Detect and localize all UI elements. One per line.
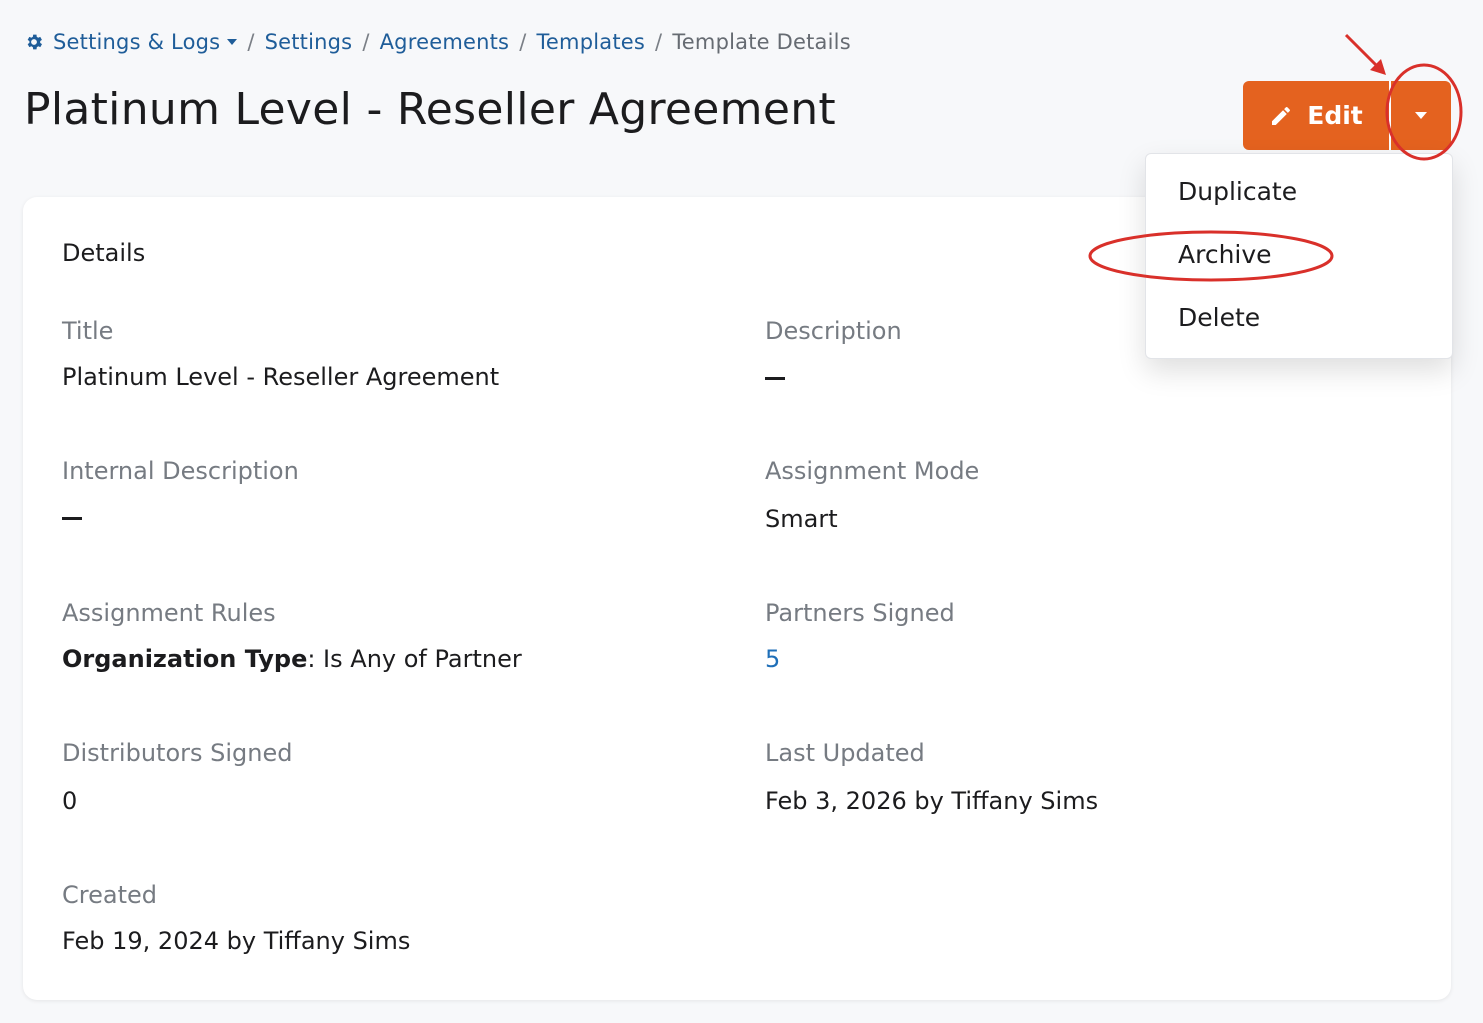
breadcrumb: Settings & Logs / Settings / Agreements …	[24, 30, 851, 54]
page: Settings & Logs / Settings / Agreements …	[0, 0, 1483, 1023]
description-label: Description	[765, 317, 902, 345]
assignment-rules-label: Assignment Rules	[62, 599, 276, 627]
menu-item-archive[interactable]: Archive	[1178, 240, 1272, 269]
last-updated-label: Last Updated	[765, 739, 925, 767]
partners-signed-label: Partners Signed	[765, 599, 955, 627]
menu-item-delete[interactable]: Delete	[1178, 303, 1260, 332]
breadcrumb-settings-logs[interactable]: Settings & Logs	[53, 30, 220, 54]
created-value: Feb 19, 2024 by Tiffany Sims	[62, 927, 411, 955]
edit-button[interactable]: Edit	[1243, 81, 1389, 150]
distributors-signed-value: 0	[62, 787, 78, 815]
gear-icon	[27, 34, 42, 50]
assignment-mode-value: Smart	[765, 505, 838, 533]
rule-value: : Is Any of Partner	[307, 645, 522, 673]
description-value	[765, 363, 785, 391]
split-divider	[1389, 81, 1391, 150]
chevron-down-icon[interactable]	[227, 39, 238, 45]
breadcrumb-separator: /	[362, 30, 370, 54]
annotation-arrow-head	[1370, 59, 1386, 75]
created-label: Created	[62, 881, 157, 909]
partners-signed-link[interactable]: 5	[765, 645, 780, 673]
breadcrumb-settings[interactable]: Settings	[265, 30, 353, 54]
empty-dash	[765, 376, 785, 380]
assignment-mode-label: Assignment Mode	[765, 457, 980, 485]
internal-description-value	[62, 503, 82, 531]
title-label: Title	[62, 317, 114, 345]
more-actions-dropdown-button[interactable]	[1391, 81, 1451, 150]
caret-down-icon	[1415, 112, 1427, 119]
distributors-signed-label: Distributors Signed	[62, 739, 293, 767]
annotation-arrow	[1344, 33, 1380, 69]
breadcrumb-separator: /	[655, 30, 663, 54]
empty-dash	[62, 516, 82, 520]
breadcrumb-templates[interactable]: Templates	[536, 30, 645, 54]
actions-dropdown-menu: Duplicate Archive Delete	[1145, 153, 1453, 359]
details-section-title: Details	[62, 239, 146, 267]
page-title: Platinum Level - Reseller Agreement	[24, 84, 836, 135]
internal-description-label: Internal Description	[62, 457, 299, 485]
edit-button-label: Edit	[1307, 101, 1363, 130]
actions-button-group: Edit	[1243, 81, 1451, 150]
pencil-icon	[1272, 106, 1291, 125]
breadcrumb-separator: /	[247, 30, 255, 54]
last-updated-value: Feb 3, 2026 by Tiffany Sims	[765, 787, 1099, 815]
rule-key: Organization Type	[62, 645, 308, 673]
breadcrumb-current: Template Details	[672, 30, 851, 54]
breadcrumb-separator: /	[519, 30, 527, 54]
menu-item-duplicate[interactable]: Duplicate	[1178, 177, 1297, 206]
breadcrumb-agreements[interactable]: Agreements	[380, 30, 510, 54]
assignment-rules-value: Organization Type: Is Any of Partner	[62, 645, 522, 673]
title-value: Platinum Level - Reseller Agreement	[62, 363, 500, 391]
